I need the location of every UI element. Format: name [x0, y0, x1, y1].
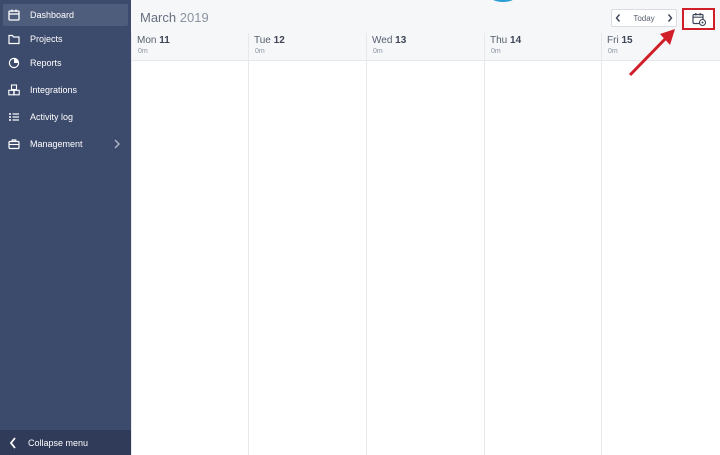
day-name: Mon 11 — [137, 35, 170, 46]
collapse-menu-label: Collapse menu — [28, 437, 89, 448]
day-name: Tue 12 — [254, 35, 285, 46]
day-name: Fri 15 — [607, 35, 633, 46]
day-name: Thu 14 — [490, 35, 522, 46]
day-total-time: 0m — [491, 48, 501, 55]
day-header: Thu 14 0m — [485, 33, 601, 61]
day-total-time: 0m — [138, 48, 148, 55]
day-column-thu[interactable]: Thu 14 0m — [484, 33, 601, 455]
sidebar-item-integrations[interactable]: Integrations — [3, 79, 128, 101]
sidebar-item-management[interactable]: Management — [3, 133, 128, 155]
day-column-mon[interactable]: Mon 11 0m — [131, 33, 248, 455]
sidebar-item-label: Dashboard — [30, 10, 75, 20]
sidebar-item-label: Management — [30, 139, 83, 149]
sidebar-item-reports[interactable]: Reports — [3, 52, 128, 74]
pie-chart-icon — [7, 56, 21, 70]
sidebar-item-label: Activity log — [30, 112, 74, 122]
week-grid: Mon 11 0m Tue 12 0m Wed 13 0m Thu 14 0m … — [131, 33, 720, 455]
sidebar: Dashboard Projects Reports Integrations — [0, 0, 131, 455]
briefcase-icon — [7, 137, 21, 151]
page-title: March 2019 — [140, 10, 209, 25]
previous-week-button[interactable] — [612, 10, 624, 26]
sidebar-item-label: Projects — [30, 34, 63, 44]
calendar-icon — [7, 8, 21, 22]
avatar[interactable] — [489, 0, 517, 2]
sidebar-item-label: Reports — [30, 58, 62, 68]
year-label: 2019 — [179, 10, 209, 25]
day-total-time: 0m — [608, 48, 618, 55]
cubes-icon — [7, 83, 21, 97]
chevron-left-icon — [615, 14, 621, 22]
day-header: Mon 11 0m — [132, 33, 248, 61]
date-navigator: Today — [611, 9, 677, 27]
day-total-time: 0m — [373, 48, 383, 55]
chevron-right-icon — [667, 14, 673, 22]
sidebar-item-dashboard[interactable]: Dashboard — [3, 4, 128, 26]
day-column-wed[interactable]: Wed 13 0m — [366, 33, 484, 455]
day-name: Wed 13 — [372, 35, 407, 46]
calendar-gear-icon — [691, 13, 706, 26]
day-column-fri[interactable]: Fri 15 0m — [601, 33, 720, 455]
sidebar-item-activity-log[interactable]: Activity log — [3, 106, 128, 128]
folder-icon — [7, 32, 21, 46]
sidebar-item-projects[interactable]: Projects — [3, 28, 128, 50]
list-icon — [7, 110, 21, 124]
chevron-right-icon — [114, 139, 120, 149]
collapse-menu-button[interactable]: Collapse menu — [0, 430, 131, 455]
next-week-button[interactable] — [664, 10, 676, 26]
calendar-toolbar: March 2019 Today — [131, 0, 720, 33]
day-column-tue[interactable]: Tue 12 0m — [248, 33, 366, 455]
chevron-left-icon — [9, 436, 16, 449]
day-header: Wed 13 0m — [367, 33, 484, 61]
calendar-main: March 2019 Today Mon 11 0m Tue 12 0m Wed… — [131, 0, 720, 455]
today-button[interactable]: Today — [624, 10, 664, 26]
month-label: March — [140, 10, 177, 25]
day-header: Fri 15 0m — [602, 33, 720, 61]
sidebar-item-label: Integrations — [30, 85, 78, 95]
calendar-settings-button[interactable] — [682, 8, 715, 30]
day-total-time: 0m — [255, 48, 265, 55]
day-header: Tue 12 0m — [249, 33, 366, 61]
